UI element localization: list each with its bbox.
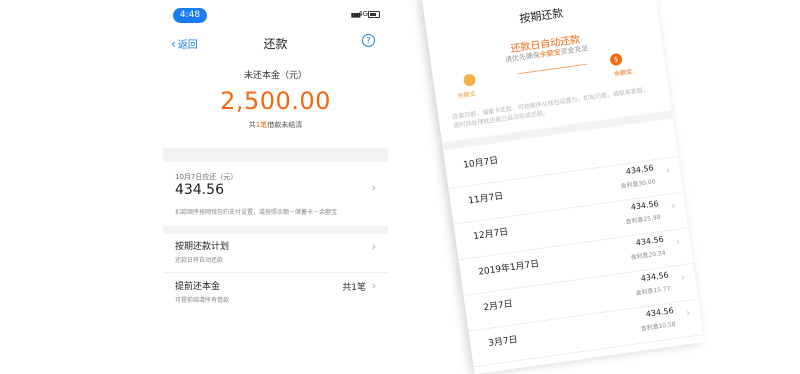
chevron-right-icon: › <box>371 181 376 194</box>
due-amount: 434.56 <box>175 182 224 198</box>
section-divider <box>163 148 388 162</box>
installment-date: 3月7日 <box>487 335 519 350</box>
principal-summary: 未还本金（元） 2,500.00 共1笔借款未结清 <box>163 64 388 130</box>
prepay-principal-row[interactable]: 提前还本金 可提前结清所有借款 共1笔 › <box>163 272 388 313</box>
installment-amount: 434.56 <box>635 234 665 248</box>
installment-date: 11月7日 <box>467 191 504 207</box>
due-note: 扣款顺序按网钱包约支付设置，或按照余额－储蓄卡－余额宝 <box>175 209 338 216</box>
network-label: 4G <box>358 10 368 18</box>
installment-amount: 434.56 <box>645 306 675 319</box>
chevron-right-icon: › <box>665 165 671 177</box>
principal-label: 未还本金（元） <box>243 71 307 81</box>
prepay-sub: 可提前结清所有借款 <box>175 297 230 304</box>
installment-plan-screen: 按期还款 4G 还款日自动还款 请优先确保余额宝资金充足 $ 余额宝 余额宝 还… <box>421 0 705 374</box>
installment-date: 12月7日 <box>472 227 510 243</box>
note-count: 1笔 <box>255 121 268 129</box>
chevron-right-icon: › <box>685 307 691 320</box>
help-icon[interactable]: ? <box>362 34 375 47</box>
plan-title: 按期还款计划 <box>175 242 230 252</box>
chevron-right-icon: › <box>371 240 376 253</box>
navigation-bar: ‹ 返回 还款 ? <box>163 28 388 56</box>
note-suffix: 借款未结清 <box>267 121 303 129</box>
installment-date: 2019年1月7日 <box>477 259 540 278</box>
banner-sub-highlight: 余额宝 <box>539 48 562 60</box>
due-label: 10月7日应还（元） <box>175 173 238 181</box>
balance-icon <box>462 73 477 87</box>
repayment-plan-row[interactable]: 按期还款计划 还款日将自动还款 › <box>163 234 388 272</box>
note-prefix: 共 <box>248 121 256 129</box>
principal-amount: 2,500.00 <box>220 87 331 115</box>
loan-count-note: 共1笔借款未结清 <box>163 120 388 130</box>
flow-label-target: 余额宝 <box>613 68 633 78</box>
status-bar: 4:48 ▮▮▮▮ 4G <box>163 0 388 24</box>
banner-sub-suffix: 资金充足 <box>560 44 589 57</box>
page-title: 还款 <box>263 37 288 51</box>
prepay-count: 共1笔 <box>342 283 366 293</box>
installment-date: 10月7日 <box>462 155 499 171</box>
flow-label-source: 余额宝 <box>457 90 477 100</box>
installment-amount: 434.56 <box>640 270 670 284</box>
battery-icon <box>368 11 380 18</box>
plan-sub: 还款日将自动还款 <box>175 257 224 264</box>
status-time: 4:48 <box>173 8 207 23</box>
installment-interest: 含利息10.58 <box>640 320 677 333</box>
installment-interest: 含利息15.77 <box>635 285 672 298</box>
section-divider-2 <box>163 226 388 234</box>
prepay-title: 提前还本金 <box>175 282 221 292</box>
installment-date: 2月7日 <box>482 299 514 314</box>
installment-interest: 含利息25.98 <box>625 213 662 226</box>
due-payment-row[interactable]: 10月7日应还（元） 434.56 扣款顺序按网钱包约支付设置，或按照余额－储蓄… <box>163 165 388 225</box>
chevron-right-icon: › <box>371 279 376 292</box>
chevron-right-icon: › <box>680 272 686 284</box>
installment-amount: 434.56 <box>630 199 660 212</box>
installment-interest: 含利息30.00 <box>620 178 657 191</box>
repayment-screen: 4:48 ▮▮▮▮ 4G ‹ 返回 还款 ? 未还本金（元） 2,500.00 共… <box>163 0 388 320</box>
installment-amount: 434.56 <box>625 163 655 177</box>
chevron-right-icon: › <box>670 200 676 213</box>
installment-interest: 含利息20.24 <box>630 249 667 262</box>
chevron-right-icon: › <box>675 236 681 248</box>
flow-line <box>518 63 588 75</box>
money-bag-icon: $ <box>609 52 623 67</box>
